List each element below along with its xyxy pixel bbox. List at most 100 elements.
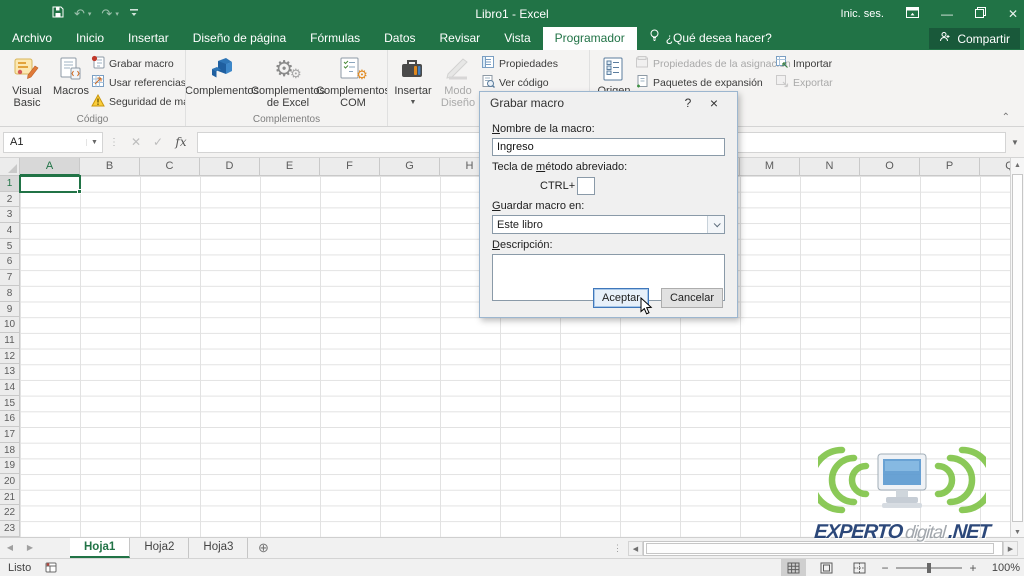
vertical-scrollbar[interactable]: ▲ ▼	[1010, 158, 1024, 540]
selected-cell-a1[interactable]	[19, 175, 81, 193]
vertical-scroll-thumb[interactable]	[1012, 174, 1023, 522]
column-header-m[interactable]: M	[740, 158, 800, 175]
cancel-entry-icon[interactable]: ✕	[125, 135, 147, 149]
row-header-7[interactable]: 7	[0, 270, 19, 286]
page-layout-view-button[interactable]	[814, 559, 839, 576]
scroll-left-icon[interactable]: ◀	[628, 541, 643, 556]
row-header-15[interactable]: 15	[0, 396, 19, 412]
tab-programador[interactable]: Programador	[543, 27, 637, 50]
zoom-slider[interactable]	[896, 567, 962, 569]
save-macro-in-select[interactable]: Este libro	[492, 215, 725, 234]
row-header-6[interactable]: 6	[0, 254, 19, 270]
row-header-2[interactable]: 2	[0, 192, 19, 208]
propiedades-asignacion-button[interactable]: Propiedades de la asignación	[635, 54, 775, 73]
row-header-17[interactable]: 17	[0, 427, 19, 443]
row-header-5[interactable]: 5	[0, 239, 19, 255]
ribbon-display-options-icon[interactable]	[906, 7, 919, 21]
close-button[interactable]: ✕	[1008, 7, 1018, 21]
column-header-q[interactable]: Q	[980, 158, 1010, 175]
column-header-n[interactable]: N	[800, 158, 860, 175]
row-header-8[interactable]: 8	[0, 286, 19, 302]
horizontal-scrollbar[interactable]: ⋮ ◀ ▶	[613, 541, 1018, 556]
tab-datos[interactable]: Datos	[372, 27, 427, 50]
scroll-right-icon[interactable]: ▶	[1003, 541, 1018, 556]
select-dropdown-icon[interactable]	[707, 216, 724, 233]
tab-inicio[interactable]: Inicio	[64, 27, 116, 50]
row-header-21[interactable]: 21	[0, 490, 19, 506]
row-header-3[interactable]: 3	[0, 207, 19, 223]
tab-archivo[interactable]: Archivo	[0, 27, 64, 50]
share-button[interactable]: Compartir	[929, 28, 1020, 49]
macros-button[interactable]: Macros	[51, 52, 91, 98]
zoom-out-icon[interactable]: −	[880, 561, 890, 575]
tab-revisar[interactable]: Revisar	[428, 27, 493, 50]
new-sheet-icon[interactable]: ⊕	[248, 538, 278, 558]
tab-vista[interactable]: Vista	[492, 27, 542, 50]
grabar-macro-button[interactable]: Grabar macro	[91, 54, 186, 73]
modo-diseno-button[interactable]: Modo Diseño	[435, 52, 481, 110]
row-header-13[interactable]: 13	[0, 364, 19, 380]
seguridad-macros-button[interactable]: Seguridad de macros	[91, 92, 186, 111]
complementos-com-button[interactable]: ⚙ Complementos COM	[321, 52, 385, 110]
macro-name-input[interactable]	[492, 138, 725, 156]
sheet-tab-hoja1[interactable]: Hoja1	[70, 538, 130, 558]
page-break-view-button[interactable]	[847, 559, 872, 576]
row-header-23[interactable]: 23	[0, 521, 19, 537]
column-header-p[interactable]: P	[920, 158, 980, 175]
tell-me-box[interactable]: ¿Qué desea hacer?	[637, 27, 784, 50]
horizontal-scroll-thumb[interactable]	[646, 543, 994, 554]
row-header-20[interactable]: 20	[0, 474, 19, 490]
horizontal-scroll-track[interactable]	[643, 541, 1003, 556]
redo-caret-icon[interactable]: ▾	[115, 10, 119, 18]
row-header-22[interactable]: 22	[0, 505, 19, 521]
cancelar-button[interactable]: Cancelar	[661, 288, 723, 308]
tab-diseno-de-pagina[interactable]: Diseño de página	[181, 27, 298, 50]
minimize-button[interactable]: —	[941, 7, 953, 21]
column-header-o[interactable]: O	[860, 158, 920, 175]
row-header-4[interactable]: 4	[0, 223, 19, 239]
select-all-corner[interactable]	[0, 158, 20, 176]
row-header-14[interactable]: 14	[0, 380, 19, 396]
propiedades-button[interactable]: Propiedades	[481, 54, 558, 73]
row-header-11[interactable]: 11	[0, 333, 19, 349]
shortcut-key-input[interactable]	[577, 177, 595, 195]
qat-customize-icon[interactable]	[129, 5, 139, 23]
exportar-button[interactable]: Exportar	[775, 73, 833, 92]
collapse-ribbon-icon[interactable]: ⌃	[1002, 112, 1010, 123]
visual-basic-button[interactable]: Visual Basic	[3, 52, 51, 110]
complementos-button[interactable]: Complementos	[189, 52, 255, 98]
sheet-tab-hoja2[interactable]: Hoja2	[130, 538, 189, 558]
row-header-12[interactable]: 12	[0, 349, 19, 365]
column-header-a[interactable]: A	[20, 158, 80, 175]
row-header-9[interactable]: 9	[0, 302, 19, 318]
undo-icon[interactable]: ↶	[74, 7, 85, 20]
sheet-nav-right-icon[interactable]: ▶	[20, 538, 40, 558]
macro-record-icon[interactable]	[45, 562, 57, 573]
fill-handle[interactable]	[77, 189, 82, 194]
dialog-close-icon[interactable]: ×	[701, 95, 727, 111]
importar-button[interactable]: Importar	[775, 54, 833, 73]
column-header-e[interactable]: E	[260, 158, 320, 175]
column-header-g[interactable]: G	[380, 158, 440, 175]
insert-function-icon[interactable]: fx	[169, 135, 193, 149]
zoom-percent-label[interactable]: 100%	[986, 562, 1020, 574]
paquetes-expansion-button[interactable]: Paquetes de expansión	[635, 73, 775, 92]
row-header-19[interactable]: 19	[0, 458, 19, 474]
undo-caret-icon[interactable]: ▾	[88, 10, 92, 18]
ver-codigo-button[interactable]: Ver código	[481, 73, 558, 92]
confirm-entry-icon[interactable]: ✓	[147, 135, 169, 149]
zoom-slider-thumb[interactable]	[927, 563, 931, 573]
zoom-in-icon[interactable]: +	[968, 561, 978, 575]
expand-formula-bar-icon[interactable]: ▼	[1006, 138, 1024, 147]
tab-formulas[interactable]: Fórmulas	[298, 27, 372, 50]
column-header-b[interactable]: B	[80, 158, 140, 175]
dialog-title-bar[interactable]: Grabar macro ? ×	[480, 92, 737, 114]
insertar-control-button[interactable]: Insertar ▼	[391, 52, 435, 110]
referencias-relativas-button[interactable]: Usar referencias relativas	[91, 73, 186, 92]
row-header-1[interactable]: 1	[0, 176, 19, 192]
name-box-caret-icon[interactable]: ▼	[86, 139, 102, 146]
save-icon[interactable]	[52, 5, 64, 23]
complementos-excel-button[interactable]: ⚙⚙ Complementos de Excel	[255, 52, 321, 110]
normal-view-button[interactable]	[781, 559, 806, 576]
redo-icon[interactable]: ↷	[101, 7, 112, 20]
